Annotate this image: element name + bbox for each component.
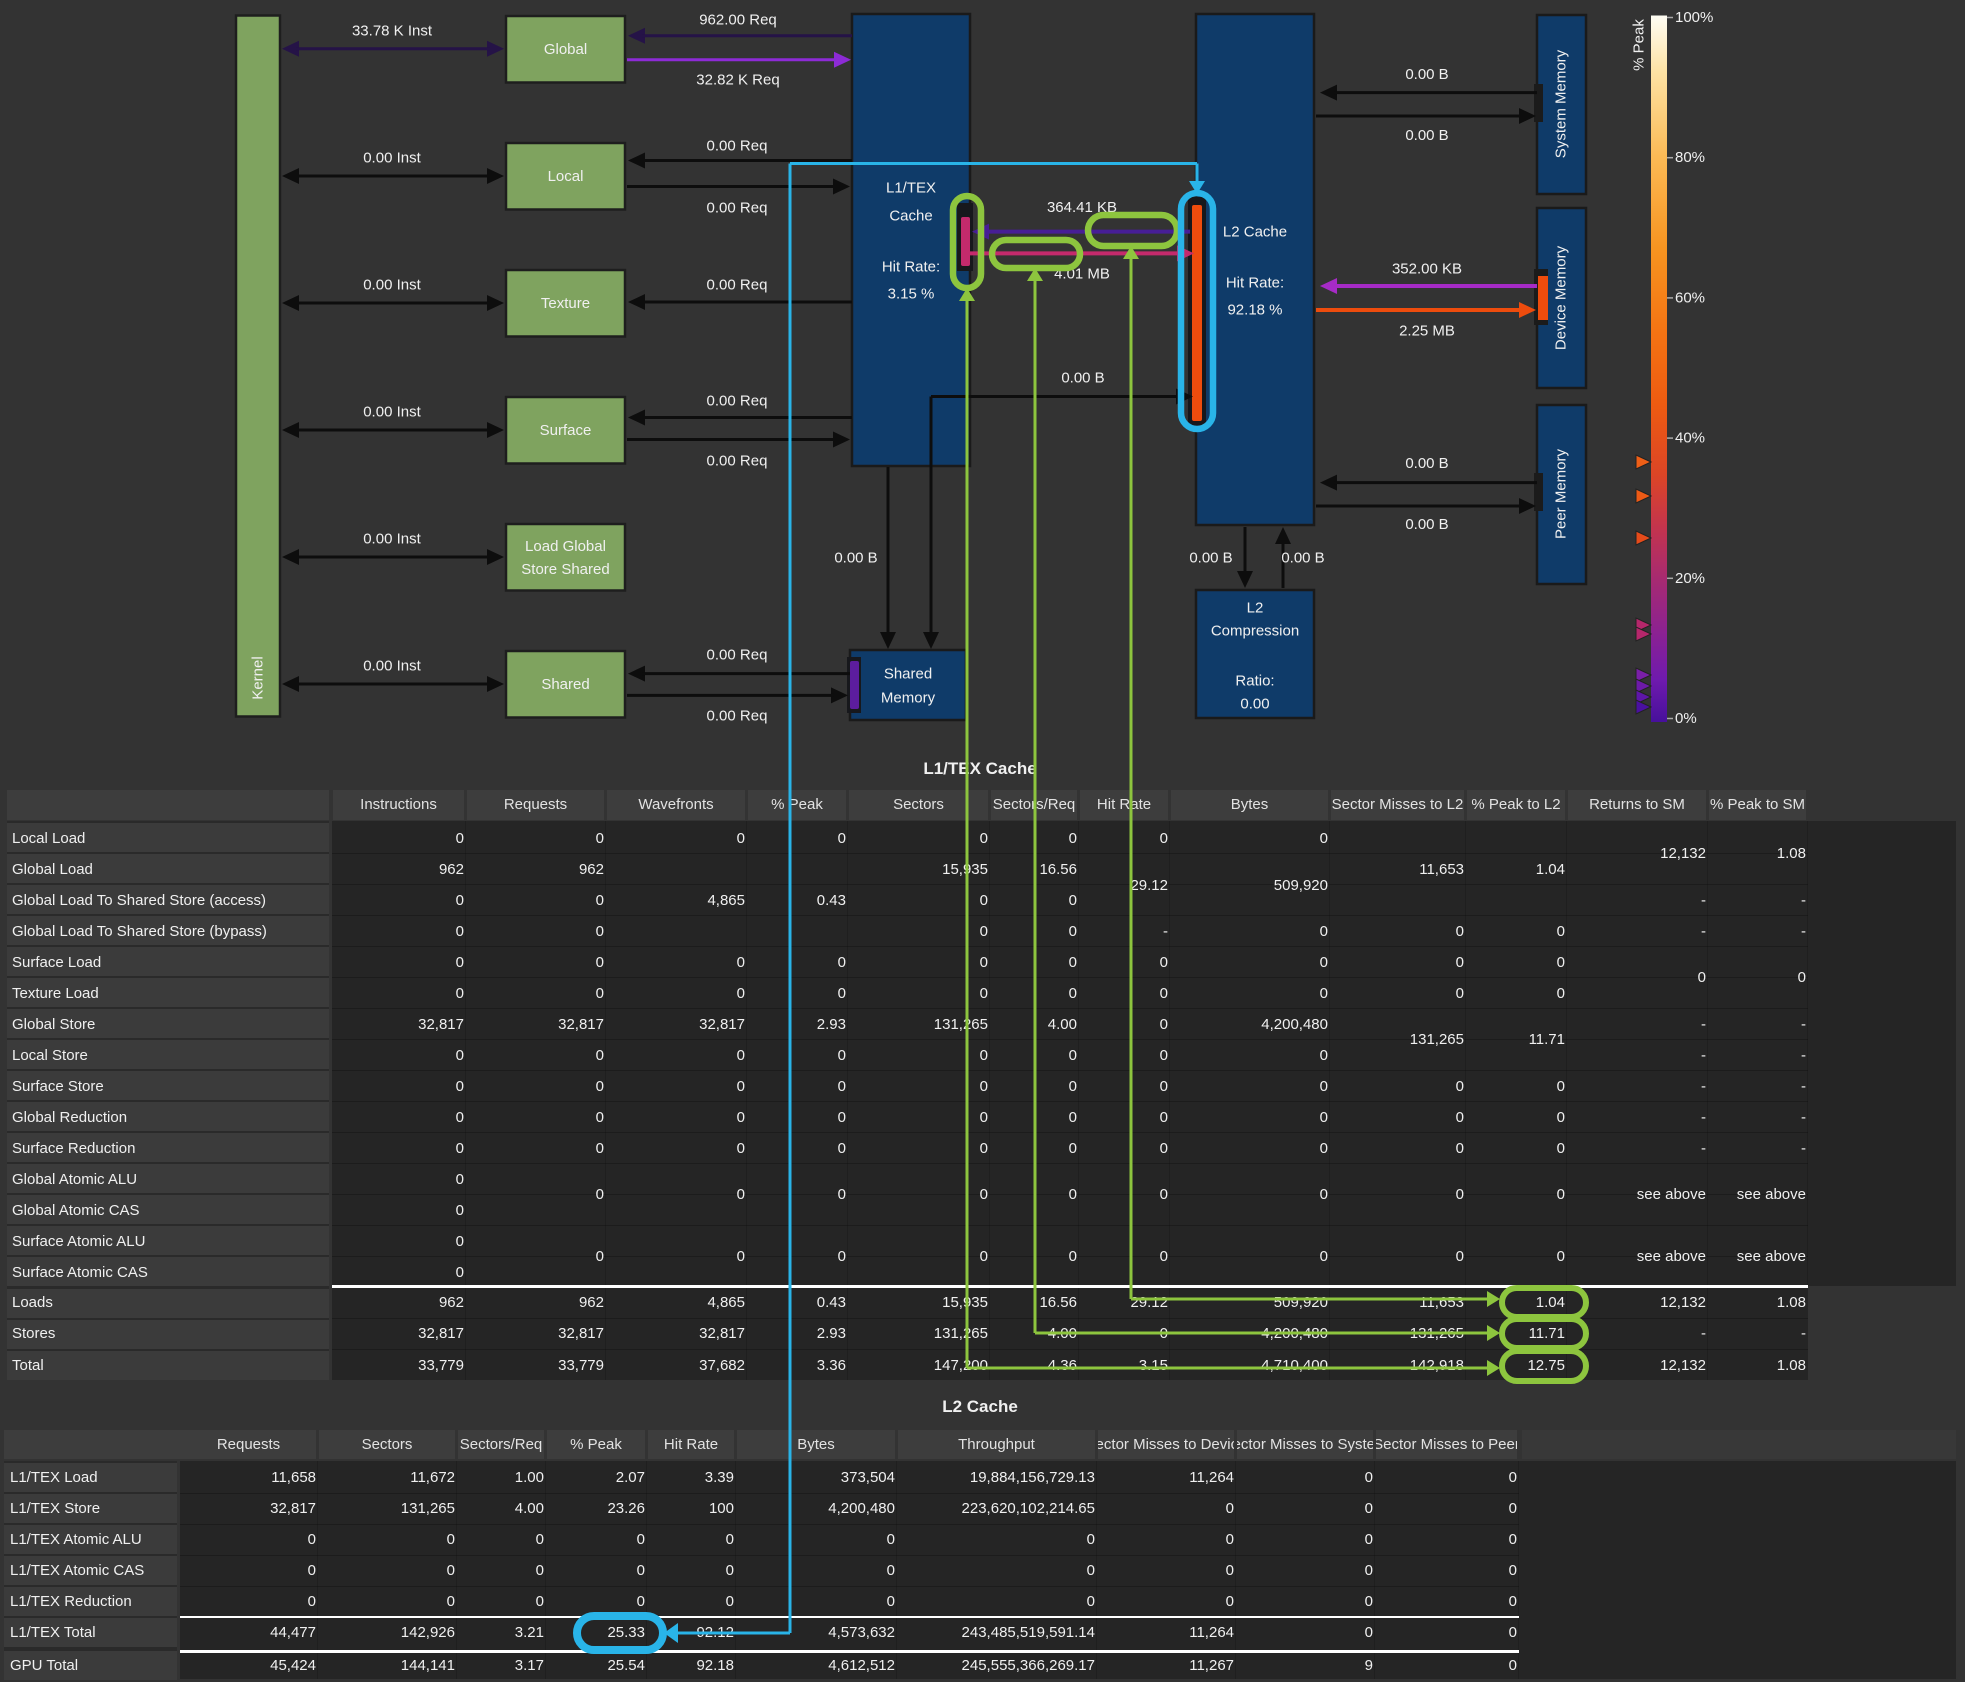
svg-text:0.00 B: 0.00 B — [834, 550, 877, 567]
svg-text:0.00 B: 0.00 B — [1061, 370, 1104, 387]
svg-text:3.15 %: 3.15 % — [888, 286, 935, 303]
svg-text:32.82 K Req: 32.82 K Req — [696, 72, 779, 89]
svg-text:Ratio:: Ratio: — [1235, 673, 1274, 690]
svg-text:2.25 MB: 2.25 MB — [1399, 323, 1455, 340]
svg-text:Surface: Surface — [540, 422, 592, 439]
svg-text:20%: 20% — [1675, 570, 1705, 587]
svg-text:Texture: Texture — [541, 295, 590, 312]
svg-text:0.00 Req: 0.00 Req — [707, 453, 768, 470]
svg-text:0.00 Inst: 0.00 Inst — [363, 150, 421, 167]
svg-text:Cache: Cache — [889, 208, 932, 225]
svg-text:0.00 B: 0.00 B — [1405, 66, 1448, 83]
svg-text:0%: 0% — [1675, 710, 1697, 727]
svg-text:Local: Local — [548, 168, 584, 185]
svg-text:Load Global: Load Global — [525, 538, 606, 555]
svg-text:System Memory: System Memory — [1553, 49, 1570, 158]
svg-text:0.00 Inst: 0.00 Inst — [363, 277, 421, 294]
svg-text:0.00 Req: 0.00 Req — [707, 138, 768, 155]
svg-text:Kernel: Kernel — [250, 656, 267, 699]
svg-text:Shared: Shared — [884, 666, 932, 683]
svg-text:Device Memory: Device Memory — [1553, 245, 1570, 350]
svg-text:Compression: Compression — [1211, 623, 1299, 640]
svg-text:40%: 40% — [1675, 430, 1705, 447]
svg-text:0.00: 0.00 — [1240, 696, 1269, 713]
svg-text:0.00 Req: 0.00 Req — [707, 647, 768, 664]
svg-text:L2 Cache: L2 Cache — [1223, 224, 1287, 241]
svg-text:0.00 Inst: 0.00 Inst — [363, 404, 421, 421]
svg-text:0.00 Req: 0.00 Req — [707, 393, 768, 410]
svg-text:33.78 K Inst: 33.78 K Inst — [352, 22, 433, 39]
svg-text:0.00 Req: 0.00 Req — [707, 200, 768, 217]
svg-text:Peer Memory: Peer Memory — [1553, 448, 1570, 539]
svg-text:0.00 Inst: 0.00 Inst — [363, 658, 421, 675]
svg-text:Shared: Shared — [541, 676, 589, 693]
svg-text:Hit Rate:: Hit Rate: — [1226, 275, 1284, 292]
svg-text:80%: 80% — [1675, 149, 1705, 166]
svg-text:92.18 %: 92.18 % — [1227, 302, 1282, 319]
svg-text:L2: L2 — [1247, 600, 1264, 617]
svg-text:% Peak: % Peak — [1631, 19, 1648, 71]
svg-text:0.00 Inst: 0.00 Inst — [363, 531, 421, 548]
svg-text:Store Shared: Store Shared — [521, 561, 609, 578]
svg-text:0.00 B: 0.00 B — [1405, 455, 1448, 472]
svg-text:0.00 B: 0.00 B — [1405, 516, 1448, 533]
svg-text:352.00 KB: 352.00 KB — [1392, 261, 1462, 278]
svg-text:962.00 Req: 962.00 Req — [699, 12, 777, 29]
svg-text:0.00 B: 0.00 B — [1189, 550, 1232, 567]
svg-text:60%: 60% — [1675, 289, 1705, 306]
svg-text:0.00 B: 0.00 B — [1405, 127, 1448, 144]
svg-text:Hit Rate:: Hit Rate: — [882, 259, 940, 276]
svg-text:Global: Global — [544, 41, 587, 58]
svg-text:0.00 Req: 0.00 Req — [707, 277, 768, 294]
svg-text:L1/TEX: L1/TEX — [886, 180, 936, 197]
svg-text:0.00 Req: 0.00 Req — [707, 708, 768, 725]
svg-text:Memory: Memory — [881, 690, 936, 707]
svg-text:0.00 B: 0.00 B — [1281, 550, 1324, 567]
svg-text:100%: 100% — [1675, 9, 1713, 26]
